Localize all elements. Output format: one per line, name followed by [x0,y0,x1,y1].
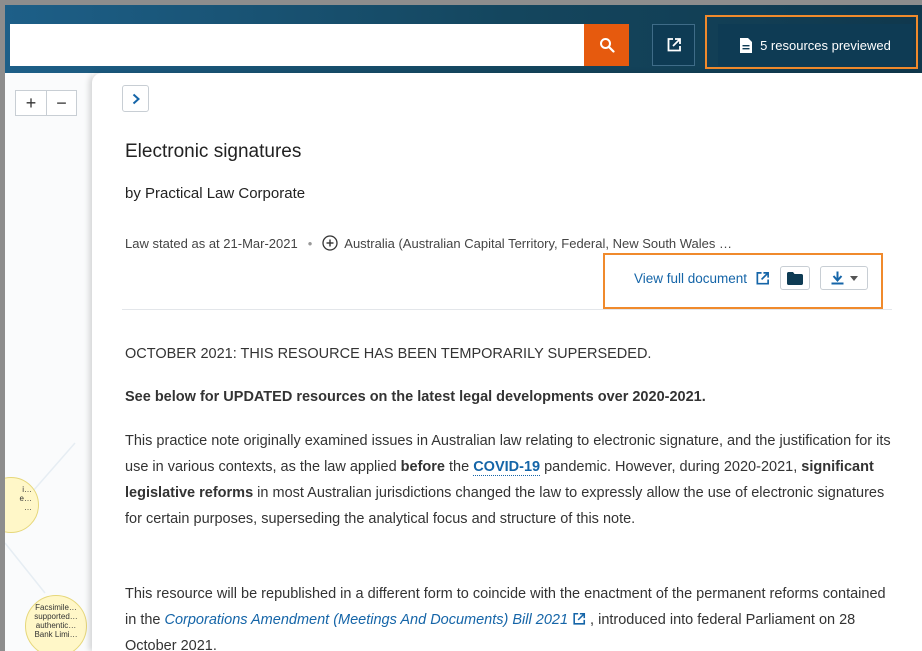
corporations-bill-link[interactable]: Corporations Amendment (Meetings And Doc… [165,612,569,628]
graph-node[interactable]: Facsimile… supported… authentic… Bank Li… [25,595,87,651]
republish-paragraph: This resource will be republished in a d… [125,581,895,651]
zoom-controls: + − [15,90,77,116]
resources-previewed-label: 5 resources previewed [760,37,891,53]
search-input[interactable] [10,24,584,66]
zoom-in-button[interactable]: + [16,91,46,115]
document-icon [740,37,753,53]
view-full-document-link[interactable]: View full document [634,271,770,286]
document-title: Electronic signatures [125,141,302,162]
chevron-down-icon [849,275,858,281]
law-stated-date: Law stated as at 21-Mar-2021 [125,235,298,251]
graph-edges [5,442,76,594]
folder-icon [787,271,804,285]
chevron-right-icon [132,93,140,104]
download-icon [831,271,844,285]
practice-note-paragraph: This practice note originally examined i… [125,428,895,532]
collapse-panel-button[interactable] [122,85,149,112]
search-button[interactable] [584,24,629,66]
search-icon [599,38,615,53]
document-author: by Practical Law Corporate [125,185,306,202]
save-to-folder-button[interactable] [780,266,811,290]
external-link-icon [756,271,770,284]
paragraph-text: pandemic. However, during 2020-2021, [540,459,802,475]
meta-separator: • [307,235,313,251]
document-meta: Law stated as at 21-Mar-2021 • Australia… [125,235,732,251]
expand-jurisdiction-icon[interactable] [322,235,338,251]
header-divider [122,309,892,310]
view-full-document-label: View full document [634,270,748,286]
download-menu-button[interactable] [820,266,869,290]
document-actions: View full document [634,263,869,293]
header-bar: 5 resources previewed [5,5,922,73]
superseded-notice: OCTOBER 2021: THIS RESOURCE HAS BEEN TEM… [125,346,652,362]
jurisdiction-text: Australia (Australian Capital Territory,… [344,235,733,251]
external-link-icon [573,612,586,625]
emphasis-before: before [400,459,445,475]
updated-resources-note: See below for UPDATED resources on the l… [125,389,706,405]
document-preview-panel: Electronic signatures by Practical Law C… [92,73,922,651]
paragraph-text: the [444,459,474,475]
zoom-out-button[interactable]: − [45,91,76,115]
covid-19-link[interactable]: COVID-19 [473,459,541,476]
relationship-graph-panel[interactable]: + − i… e… … Facsimile… supported… authen… [5,73,92,651]
open-external-button[interactable] [652,24,695,66]
resources-previewed-button[interactable]: 5 resources previewed [718,24,913,66]
external-link-icon [667,38,681,52]
